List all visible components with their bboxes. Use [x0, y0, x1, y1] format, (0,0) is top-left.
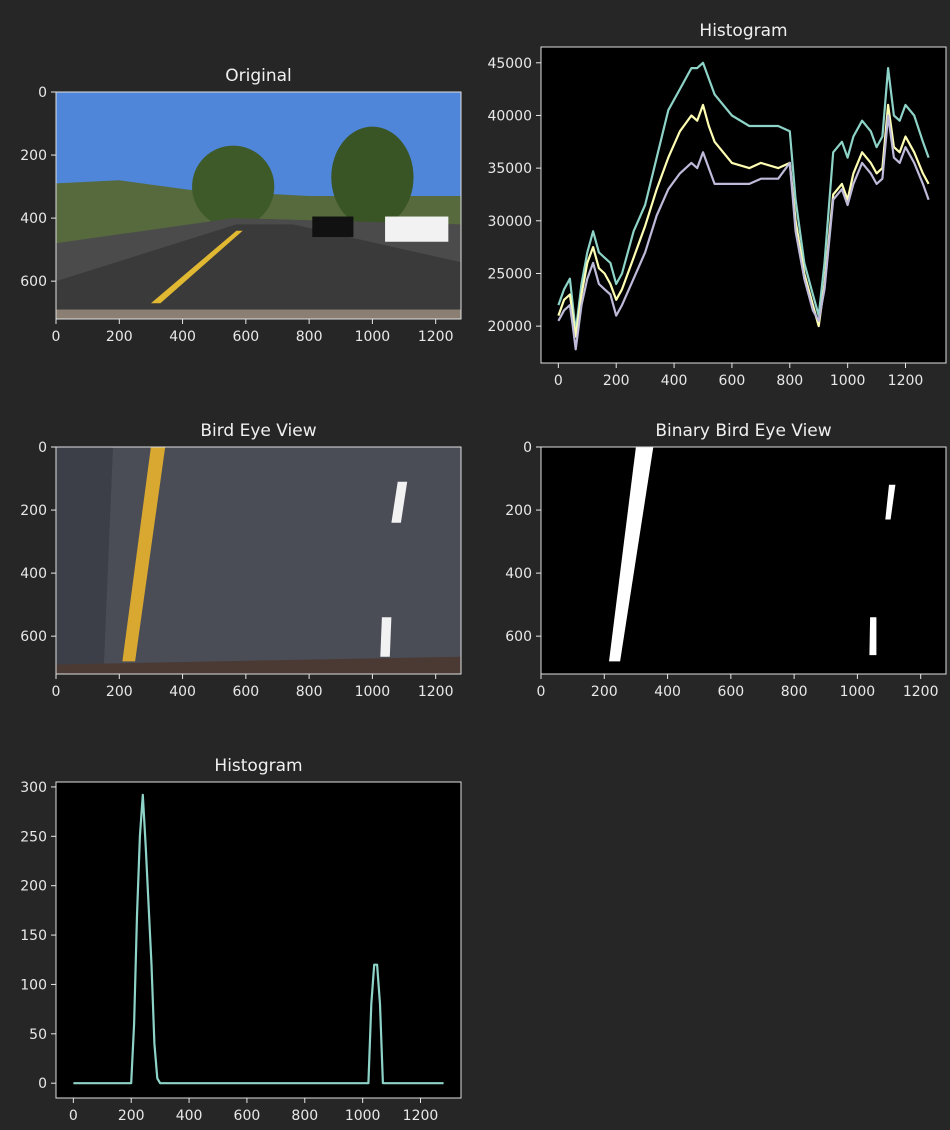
- x-tick-label: 1200: [418, 329, 454, 345]
- x-tick-label: 1000: [345, 1108, 381, 1124]
- subplot-3: Bird Eye View 0 200 400 600 800 1000 1200 0 200 40…: [20, 421, 462, 700]
- road-shoulder: [56, 447, 113, 674]
- y-tick-label: 600: [505, 629, 532, 645]
- x-tick-label: 400: [661, 373, 688, 389]
- x-tick-label: 600: [234, 1108, 261, 1124]
- x-tick-label: 800: [296, 329, 323, 345]
- car-white: [385, 216, 449, 242]
- y-tick-label: 25000: [487, 266, 532, 282]
- hood: [56, 309, 461, 319]
- x-tick-label: 1000: [830, 373, 866, 389]
- right-lane-pixels: [869, 617, 877, 656]
- x-tick-label: 400: [176, 1108, 203, 1124]
- x-tick-label: 600: [719, 373, 746, 389]
- subplot-title: Histogram: [699, 21, 787, 41]
- y-tick-label: 30000: [487, 214, 532, 230]
- x-tick-label: 600: [717, 684, 744, 700]
- x-tick-label: 400: [169, 684, 196, 700]
- y-tick-label: 150: [20, 928, 47, 944]
- subplot-4: Binary Bird Eye View 0 200 400 600 800 1000 120…: [505, 421, 947, 700]
- x-tick-label: 200: [106, 329, 133, 345]
- x-tick-label: 1000: [355, 684, 391, 700]
- x-tick-label: 800: [291, 1108, 318, 1124]
- subplot-2: Histogram 0 200 400 600 800 1000 1200 20000 25000…: [487, 21, 947, 389]
- subplot-title: Bird Eye View: [200, 421, 316, 441]
- plot-area: [56, 782, 461, 1098]
- x-tick-label: 1200: [403, 1108, 439, 1124]
- x-tick-label: 800: [776, 373, 803, 389]
- x-tick-label: 1200: [903, 684, 939, 700]
- road-photo: [56, 92, 461, 319]
- y-tick-label: 300: [20, 780, 47, 796]
- x-tick-label: 400: [169, 329, 196, 345]
- x-tick-label: 1000: [840, 684, 876, 700]
- y-tick-label: 200: [20, 879, 47, 895]
- x-tick-label: 400: [654, 684, 681, 700]
- tree: [331, 126, 414, 228]
- tree: [192, 145, 275, 228]
- x-tick-label: 800: [781, 684, 808, 700]
- x-tick-label: 0: [554, 373, 563, 389]
- y-tick-label: 0: [38, 85, 47, 101]
- y-tick-label: 35000: [487, 161, 532, 177]
- lane-dash-white: [380, 617, 392, 657]
- subplot-title: Binary Bird Eye View: [655, 421, 831, 441]
- x-tick-label: 600: [232, 684, 259, 700]
- y-tick-label: 45000: [487, 56, 532, 72]
- x-tick-label: 1200: [418, 684, 454, 700]
- y-tick-label: 0: [38, 440, 47, 456]
- subplot-5: Histogram 0 200 400 600 800 1000 1200 0 50 100 150 2…: [20, 756, 462, 1124]
- x-tick-label: 200: [591, 684, 618, 700]
- x-tick-label: 200: [106, 684, 133, 700]
- x-tick-label: 600: [232, 329, 259, 345]
- x-tick-label: 1000: [355, 329, 391, 345]
- road: [56, 447, 461, 674]
- y-tick-label: 200: [20, 148, 47, 164]
- y-tick-label: 50: [29, 1027, 47, 1043]
- figure: Original0 200 400 600 800 1000 12000200400600H…: [20, 21, 947, 1124]
- x-tick-label: 1200: [888, 373, 924, 389]
- y-tick-label: 0: [38, 1076, 47, 1092]
- subplot-title: Original: [225, 66, 292, 86]
- y-tick-label: 400: [20, 211, 47, 227]
- x-tick-label: 200: [603, 373, 630, 389]
- x-tick-label: 0: [69, 1108, 78, 1124]
- y-tick-label: 600: [20, 629, 47, 645]
- binary-image: [541, 447, 946, 674]
- y-tick-label: 100: [20, 977, 47, 993]
- y-tick-label: 250: [20, 829, 47, 845]
- background: [541, 447, 946, 674]
- y-tick-label: 200: [20, 503, 47, 519]
- y-tick-label: 400: [505, 566, 532, 582]
- car-black: [312, 216, 354, 238]
- bird-eye-photo: [56, 447, 461, 674]
- y-tick-label: 0: [523, 440, 532, 456]
- subplot-1: Original 0 200 400 600 800 1000 1200 0 200 400 600: [20, 66, 462, 345]
- y-tick-label: 20000: [487, 319, 532, 335]
- x-tick-label: 800: [296, 684, 323, 700]
- x-tick-label: 200: [118, 1108, 145, 1124]
- y-tick-label: 40000: [487, 108, 532, 124]
- subplot-title: Histogram: [214, 756, 302, 776]
- y-tick-label: 600: [20, 274, 47, 290]
- y-tick-label: 400: [20, 566, 47, 582]
- x-tick-label: 0: [52, 684, 61, 700]
- x-tick-label: 0: [52, 329, 61, 345]
- y-tick-label: 200: [505, 503, 532, 519]
- x-tick-label: 0: [537, 684, 546, 700]
